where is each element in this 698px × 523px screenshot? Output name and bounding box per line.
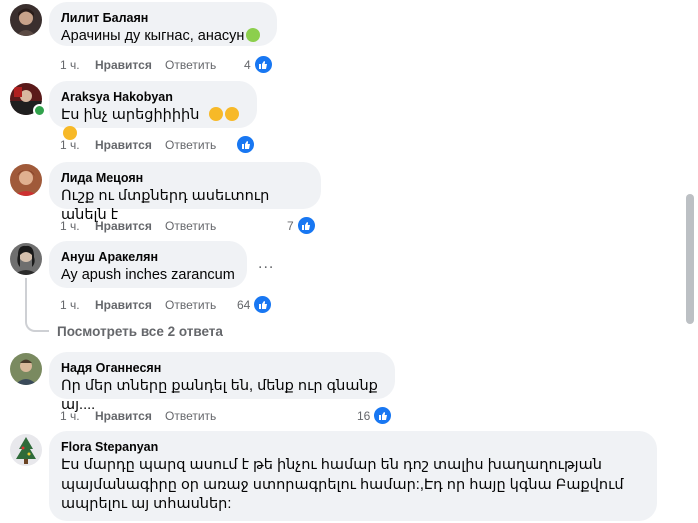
- comment-bubble: Araksya Hakobyan Էս ինչ արեցիիիին: [49, 81, 257, 140]
- thumbs-up-icon: [373, 406, 393, 425]
- comment-actions: 1 ч. Нравится Ответить: [60, 57, 216, 73]
- comment-author[interactable]: Лида Мецоян: [61, 170, 309, 186]
- comment-bubble: Лилит Балаян Арачины ду кыгнас, анасун: [49, 2, 277, 46]
- reply-button[interactable]: Ответить: [165, 57, 216, 73]
- comment-time[interactable]: 1 ч.: [60, 297, 95, 313]
- reaction-count[interactable]: 16: [357, 406, 393, 425]
- comment-text: Ay apush inches zarancum: [61, 267, 235, 283]
- like-count: 7: [287, 218, 294, 233]
- reply-button[interactable]: Ответить: [165, 297, 216, 313]
- comment-author[interactable]: Лилит Балаян: [61, 10, 265, 26]
- like-button[interactable]: Нравится: [95, 408, 165, 424]
- comment-author[interactable]: Надя Оганнесян: [61, 360, 383, 376]
- scrollbar-thumb[interactable]: [686, 194, 694, 324]
- reaction-count[interactable]: 4: [244, 55, 273, 74]
- comment-text: Էս մարդը պարզ ասում է թե ինչու համար են …: [61, 457, 624, 512]
- reply-button[interactable]: Ответить: [165, 218, 216, 234]
- comment-actions: 1 ч. Нравится Ответить: [60, 137, 216, 153]
- like-button[interactable]: Нравится: [95, 218, 165, 234]
- reaction-count[interactable]: [236, 135, 255, 154]
- comment-text: Арачины ду кыгнас, анасун: [61, 27, 265, 46]
- avatar[interactable]: [10, 434, 42, 466]
- reaction-count[interactable]: 7: [287, 216, 316, 235]
- comment-actions: 1 ч. Нравится Ответить: [60, 408, 216, 424]
- thumbs-up-icon: [253, 55, 273, 74]
- comment-bubble: Flora Stepanyan Էս մարդը պարզ ասում է թե…: [49, 431, 657, 521]
- avatar[interactable]: [10, 4, 42, 36]
- crying-face-icon: [225, 107, 240, 121]
- crying-face-icon: [209, 107, 224, 121]
- avatar[interactable]: [10, 353, 42, 385]
- comment-actions: 1 ч. Нравится Ответить: [60, 218, 216, 234]
- comment-time[interactable]: 1 ч.: [60, 57, 95, 73]
- comment-bubble: Лида Мецоян Ուշք ու մտքներդ ասեւտուր անե…: [49, 162, 321, 223]
- thumbs-up-icon: [296, 216, 316, 235]
- avatar[interactable]: [10, 243, 42, 275]
- avatar[interactable]: [10, 164, 42, 196]
- comment-bubble: Ануш Аракелян Ay apush inches zarancum: [49, 241, 247, 288]
- like-button[interactable]: Нравится: [95, 137, 165, 153]
- comment-author[interactable]: Ануш Аракелян: [61, 249, 235, 265]
- thumbs-up-icon: [236, 135, 255, 154]
- thumbs-up-icon: [253, 295, 273, 314]
- comment-time[interactable]: 1 ч.: [60, 408, 95, 424]
- comment-time[interactable]: 1 ч.: [60, 137, 95, 153]
- more-options-button[interactable]: ...: [258, 255, 274, 273]
- comment-bubble: Надя Оганнесян Որ մեր տները քանդել են, մ…: [49, 352, 395, 413]
- like-button[interactable]: Нравится: [95, 297, 165, 313]
- like-count: 4: [244, 57, 251, 72]
- comment-author[interactable]: Araksya Hakobyan: [61, 89, 245, 105]
- reaction-count[interactable]: 64: [237, 295, 273, 314]
- comment-actions: 1 ч. Нравится Ответить: [60, 297, 216, 313]
- comment-time[interactable]: 1 ч.: [60, 218, 95, 234]
- online-status-icon: [33, 104, 46, 117]
- thread-line: [25, 278, 27, 318]
- nauseated-face-icon: [246, 28, 261, 42]
- like-count: 64: [237, 297, 251, 312]
- reply-button[interactable]: Ответить: [165, 408, 216, 424]
- like-button[interactable]: Нравится: [95, 57, 165, 73]
- thread-connector: [25, 316, 49, 332]
- like-count: 16: [357, 408, 371, 423]
- reply-button[interactable]: Ответить: [165, 137, 216, 153]
- comment-author[interactable]: Flora Stepanyan: [61, 439, 645, 455]
- see-all-replies-link[interactable]: Посмотреть все 2 ответа: [57, 324, 223, 339]
